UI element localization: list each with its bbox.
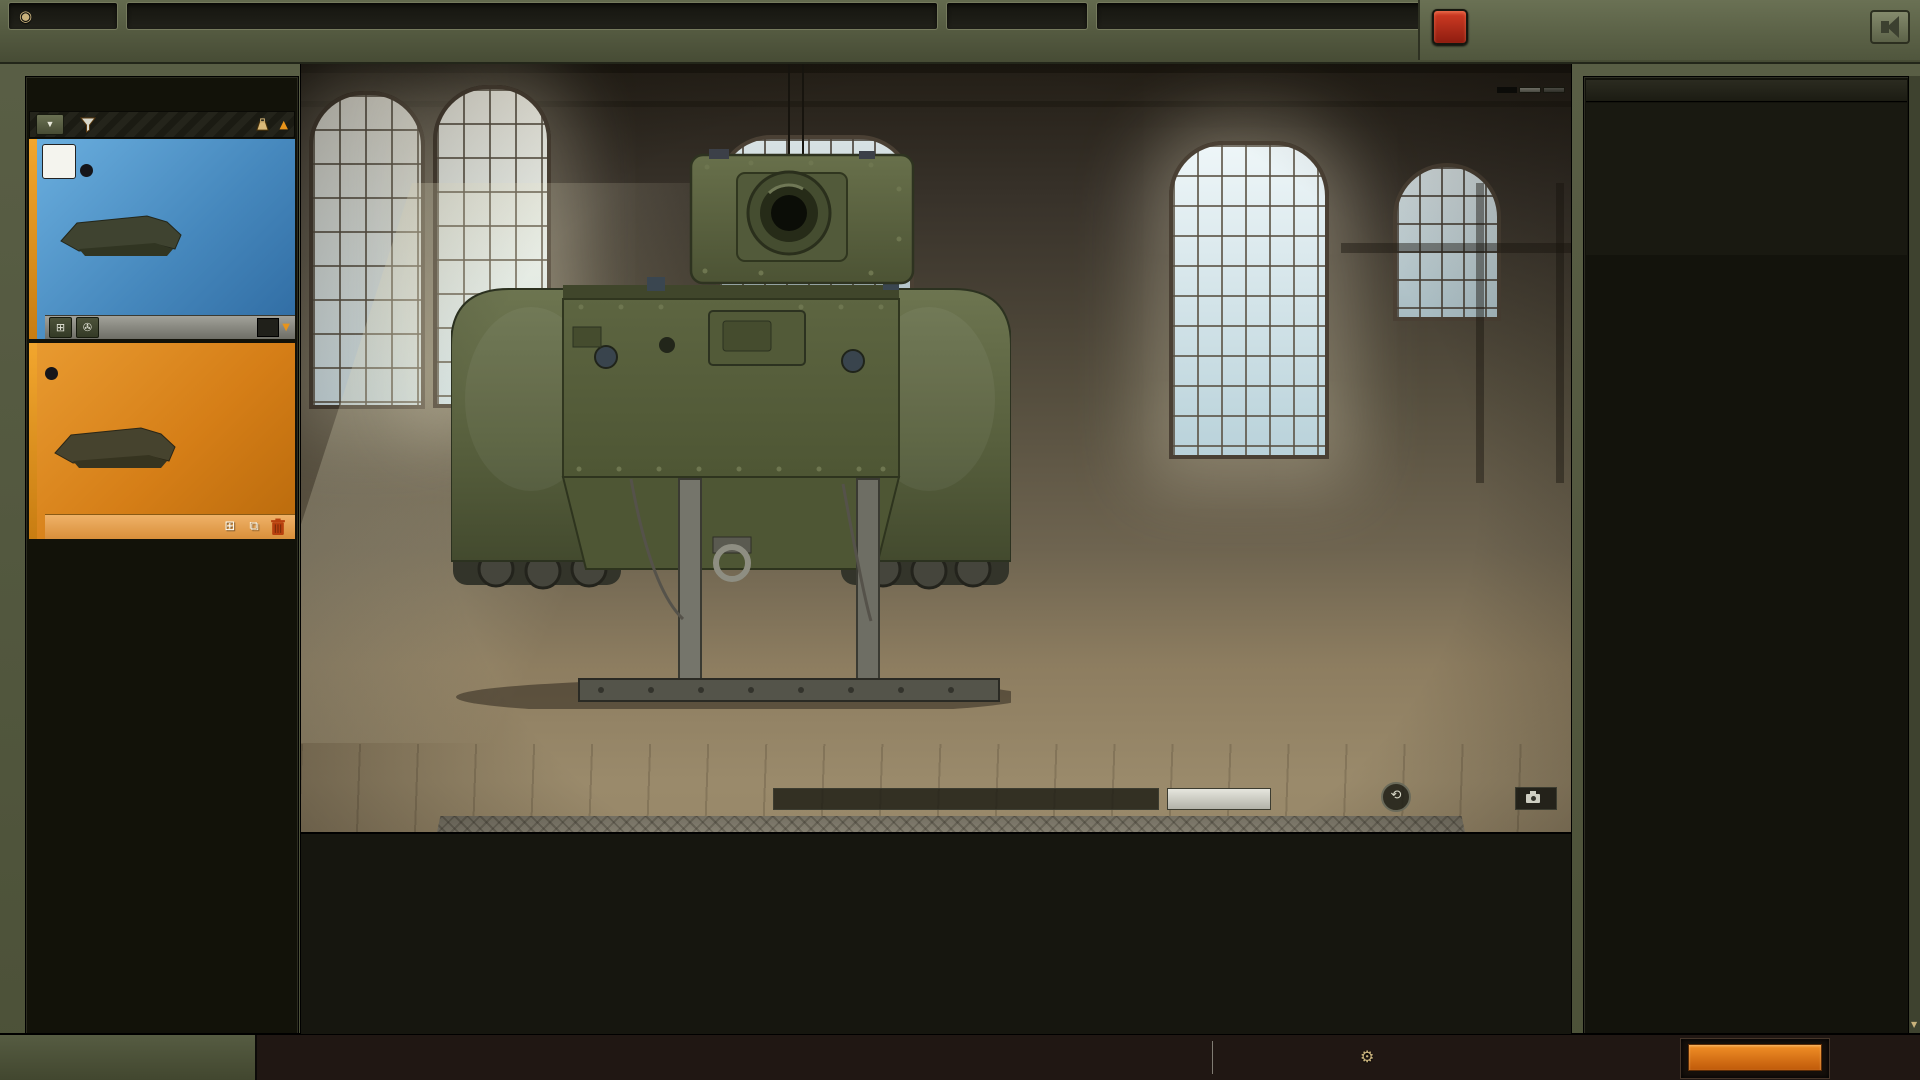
gauge-block: [1586, 103, 1907, 255]
tank-role-clear-button[interactable]: [1543, 87, 1565, 93]
screenshot-icon[interactable]: ✇: [76, 317, 99, 338]
card-accent-strip: [29, 343, 37, 539]
switch-camera-button[interactable]: [1515, 787, 1557, 810]
weight-icon[interactable]: [255, 117, 270, 132]
time-panel: [1418, 0, 1920, 60]
top-bar: ◉: [0, 0, 1920, 64]
camera-icon: [1526, 794, 1540, 803]
design-name-bar: [773, 788, 1271, 810]
variant-status-bar: ⊞ ⧉: [45, 514, 295, 539]
bottom-bar-left: [0, 1035, 257, 1080]
save-button[interactable]: [1167, 788, 1271, 810]
variant-card-body: ⊞ ⧉: [37, 343, 295, 539]
tank-viewport[interactable]: ⟲: [300, 62, 1572, 1035]
funnel-icon[interactable]: [80, 117, 96, 133]
hangar-window: [1393, 163, 1501, 321]
design-attributes-panel: [1583, 76, 1910, 1035]
tier-badge: [42, 144, 76, 179]
add-component-icon[interactable]: ⊞: [49, 317, 72, 338]
sort-direction-button[interactable]: ▲: [280, 118, 288, 131]
delete-icon[interactable]: [269, 518, 287, 536]
staff-group: [1096, 2, 1448, 30]
divider: [1212, 1041, 1213, 1074]
design-name-input[interactable]: [773, 788, 1159, 810]
tank-role-select-button[interactable]: [1519, 87, 1541, 93]
info-icon: [80, 164, 93, 177]
test-drive-frame: [1680, 1038, 1830, 1079]
catwalk: [1341, 243, 1571, 253]
current-date: [1662, 6, 1862, 9]
hangar-window: [1169, 141, 1329, 459]
loadout-panel: [301, 832, 1571, 1034]
main-area: ▼ ▲: [0, 62, 1920, 1035]
test-drive-button[interactable]: [1688, 1044, 1822, 1071]
duplicate-icon[interactable]: ⧉: [245, 518, 263, 536]
series-card-title: [80, 145, 84, 161]
resource-row: ◉: [8, 2, 1554, 30]
info-icon: [45, 367, 58, 380]
attribute-tabs: [1586, 261, 1907, 287]
tank-supply-counter: [946, 2, 1088, 30]
designs-panel: ▼ ▲: [25, 76, 299, 1035]
app-root: ◉ ▼: [0, 0, 1920, 1080]
panel-scrollbar[interactable]: ▼: [1908, 76, 1920, 1035]
loadout-tabs: [373, 837, 1551, 865]
series-year-line: [80, 164, 103, 177]
catwalk-post: [1556, 183, 1564, 483]
gear-icon: ⚙: [1360, 1047, 1374, 1066]
count-dropdown-icon[interactable]: ▼: [282, 322, 290, 333]
series-card-body: ⊞ ✇ ▼: [37, 139, 295, 339]
create-count-box[interactable]: [257, 318, 279, 337]
variant-year-line: [45, 367, 68, 380]
hull-thumbnail: [55, 209, 185, 261]
design-series-card[interactable]: ⊞ ✇ ▼: [29, 139, 295, 339]
tank-role-controls: [1497, 87, 1565, 93]
card-accent-strip: [29, 139, 37, 339]
sound-button[interactable]: [1870, 10, 1910, 44]
tank-model[interactable]: [451, 149, 1011, 709]
filter-row: ▼ ▲: [29, 111, 295, 138]
pause-button[interactable]: [1432, 9, 1468, 45]
filter-collapse-button[interactable]: ▼: [36, 114, 64, 135]
resources-group: [126, 2, 938, 30]
create-component-button[interactable]: ⊞ ✇ ▼: [45, 315, 295, 339]
speaker-icon: [1881, 21, 1889, 33]
catwalk-post: [1476, 183, 1484, 483]
design-cost: ⚙: [1360, 1047, 1380, 1066]
design-variant-card[interactable]: ⊞ ⧉: [29, 343, 295, 539]
add-component-icon[interactable]: ⊞: [221, 518, 239, 536]
coins-icon: ◉: [19, 9, 32, 24]
bottom-bar: ⚙: [0, 1033, 1920, 1080]
panel-title: [1586, 80, 1907, 102]
attribute-list: [1586, 291, 1907, 1032]
scroll-down-icon: ▼: [1911, 1020, 1917, 1029]
designs-tabs: [29, 83, 295, 109]
ceiling-beam: [301, 63, 1571, 73]
turret: [691, 149, 913, 283]
tank-role-label: [1497, 87, 1517, 93]
hull-thumbnail: [49, 421, 179, 473]
money-counter: ◉: [8, 2, 118, 30]
rotate-camera-button[interactable]: ⟲: [1381, 782, 1411, 812]
